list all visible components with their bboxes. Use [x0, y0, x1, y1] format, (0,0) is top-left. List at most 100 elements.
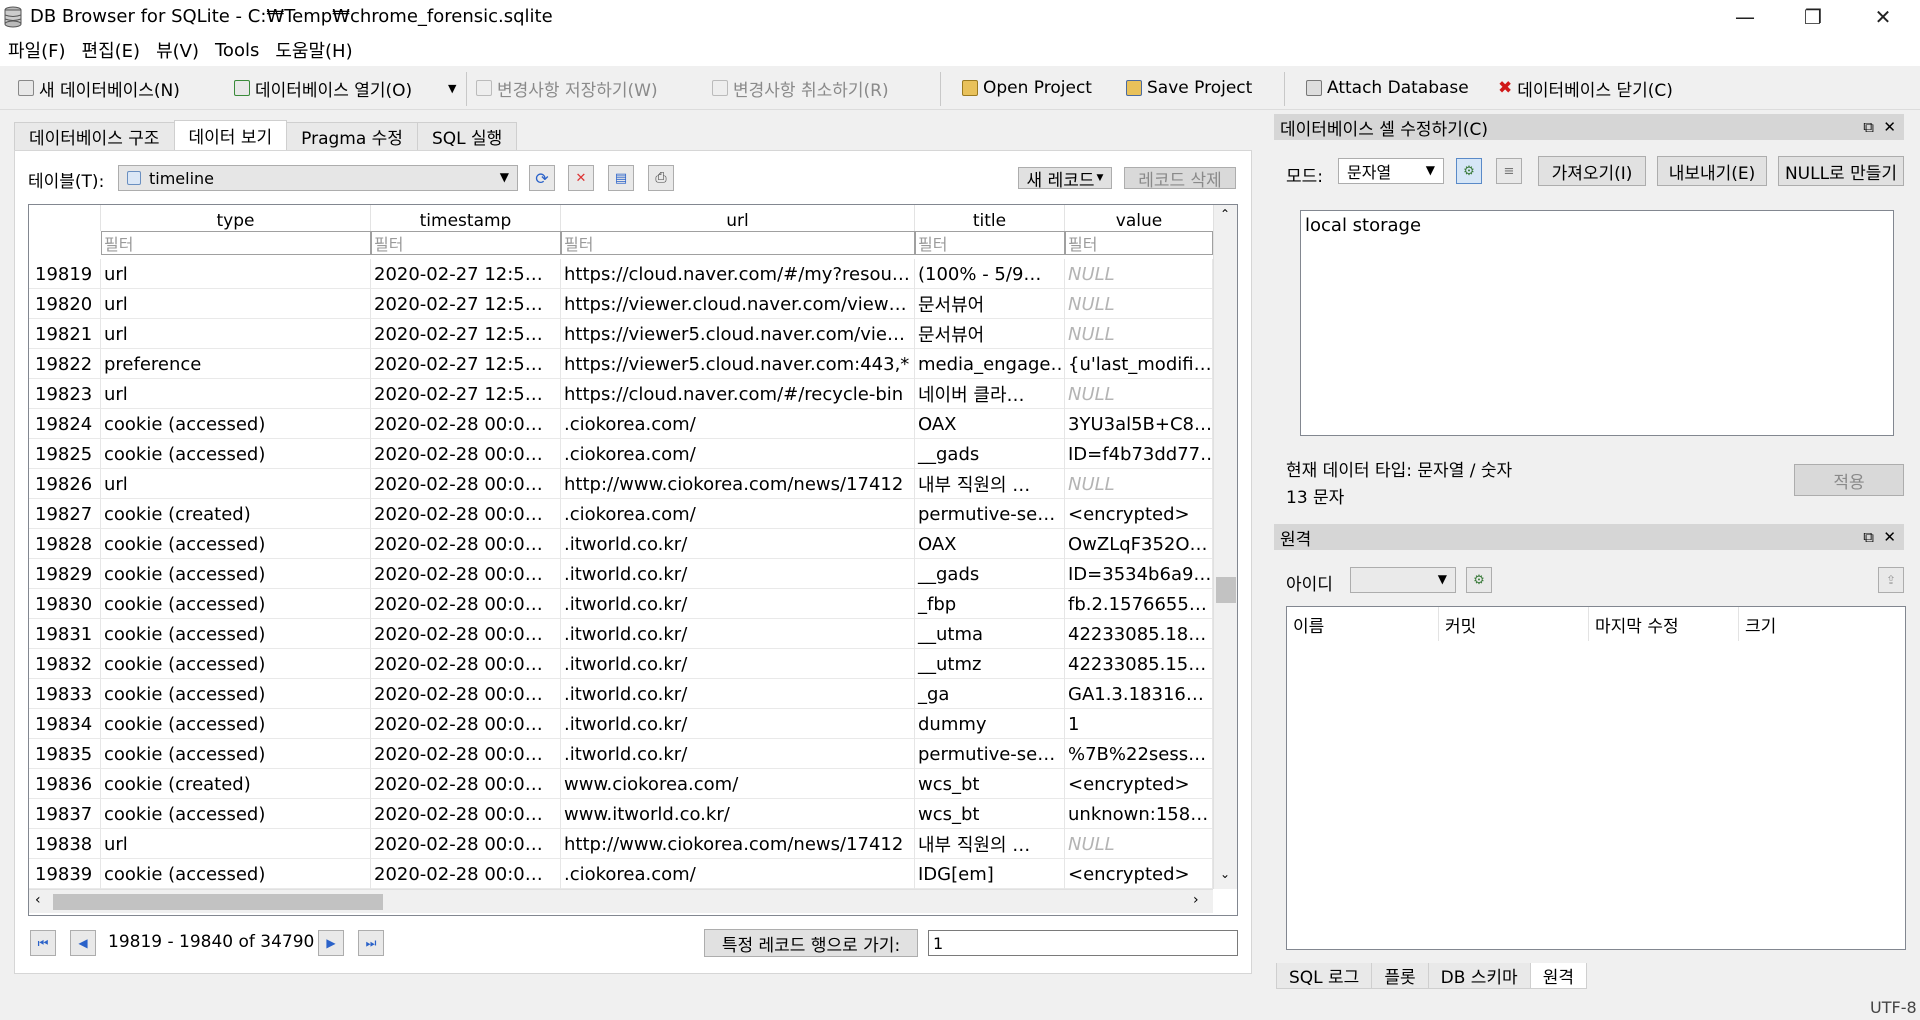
row-number[interactable]: 19820 — [29, 289, 101, 319]
vertical-scroll-thumb[interactable] — [1216, 577, 1236, 603]
cell-timestamp[interactable]: 2020-02-28 00:0… — [371, 589, 561, 619]
cell-editor[interactable]: local storage — [1300, 210, 1894, 436]
attach-database-button[interactable]: Attach Database — [1306, 74, 1469, 102]
mode-select[interactable]: 문자열 ▼ — [1338, 158, 1444, 184]
cell-type[interactable]: cookie (accessed) — [101, 529, 371, 559]
horizontal-scroll-thumb[interactable] — [53, 894, 383, 910]
close-dock-icon[interactable]: ✕ — [1883, 528, 1896, 546]
cell-title[interactable]: 내부 직원의 … — [915, 469, 1065, 499]
column-header-url[interactable]: url — [561, 205, 915, 231]
cell-title[interactable]: dummy — [915, 709, 1065, 739]
table-row[interactable]: 19833 cookie (accessed) 2020-02-28 00:0… .i… — [29, 679, 1213, 709]
row-number[interactable]: 19833 — [29, 679, 101, 709]
cell-value[interactable]: %7B%22sess… — [1065, 739, 1213, 769]
export-button[interactable]: 내보내기(E) — [1657, 156, 1767, 186]
remote-column-commit[interactable]: 커밋 — [1439, 607, 1589, 641]
auto-switch-mode-button[interactable]: ⚙ — [1456, 158, 1482, 184]
cell-timestamp[interactable]: 2020-02-28 00:0… — [371, 649, 561, 679]
cell-value[interactable]: 42233085.18… — [1065, 619, 1213, 649]
row-number[interactable]: 19830 — [29, 589, 101, 619]
cell-url[interactable]: http://www.ciokorea.com/news/17412 — [561, 469, 915, 499]
cell-value[interactable]: NULL — [1065, 259, 1213, 289]
table-row[interactable]: 19827 cookie (created) 2020-02-28 00:0… .ci… — [29, 499, 1213, 529]
cell-type[interactable]: cookie (accessed) — [101, 409, 371, 439]
cell-title[interactable]: media_engage… — [915, 349, 1065, 379]
cell-type[interactable]: cookie (accessed) — [101, 649, 371, 679]
cell-url[interactable]: .ciokorea.com/ — [561, 499, 915, 529]
cell-url[interactable]: .ciokorea.com/ — [561, 859, 915, 889]
cell-url[interactable]: .itworld.co.kr/ — [561, 739, 915, 769]
filter-input-timestamp[interactable]: 필터 — [371, 231, 561, 255]
table-row[interactable]: 19822 preference 2020-02-27 12:5… https://v… — [29, 349, 1213, 379]
cell-value[interactable]: NULL — [1065, 289, 1213, 319]
row-number[interactable]: 19819 — [29, 259, 101, 289]
goto-record-button[interactable]: 특정 레코드 행으로 가기: — [704, 929, 918, 957]
tab-remote[interactable]: 원격 — [1529, 963, 1587, 989]
cell-type[interactable]: preference — [101, 349, 371, 379]
cell-url[interactable]: .itworld.co.kr/ — [561, 649, 915, 679]
cell-url[interactable]: www.ciokorea.com/ — [561, 769, 915, 799]
next-page-button[interactable]: ▶ — [318, 930, 344, 956]
cell-type[interactable]: cookie (accessed) — [101, 709, 371, 739]
cell-value[interactable]: NULL — [1065, 319, 1213, 349]
cell-title[interactable]: _ga — [915, 679, 1065, 709]
cell-url[interactable]: .itworld.co.kr/ — [561, 559, 915, 589]
table-row[interactable]: 19820 url 2020-02-27 12:5… https://viewer.c… — [29, 289, 1213, 319]
row-number[interactable]: 19823 — [29, 379, 101, 409]
cell-value[interactable]: <encrypted> — [1065, 769, 1213, 799]
cell-timestamp[interactable]: 2020-02-28 00:0… — [371, 499, 561, 529]
cell-url[interactable]: https://viewer5.cloud.naver.com:443,* — [561, 349, 915, 379]
cell-title[interactable]: permutive-se… — [915, 739, 1065, 769]
open-database-button[interactable]: 데이터베이스 열기(O) — [234, 74, 412, 102]
table-select[interactable]: timeline ▼ — [118, 165, 518, 191]
cell-timestamp[interactable]: 2020-02-27 12:5… — [371, 259, 561, 289]
close-window-button[interactable]: ✕ — [1848, 0, 1918, 34]
tab-execute-sql[interactable]: SQL 실행 — [416, 122, 518, 150]
table-row[interactable]: 19838 url 2020-02-28 00:0… http://www.cioko… — [29, 829, 1213, 859]
tab-sql-log[interactable]: SQL 로그 — [1276, 963, 1373, 989]
column-header-value[interactable]: value — [1065, 205, 1213, 231]
tab-plot[interactable]: 플롯 — [1371, 963, 1429, 989]
table-row[interactable]: 19825 cookie (accessed) 2020-02-28 00:0… .c… — [29, 439, 1213, 469]
cell-url[interactable]: .itworld.co.kr/ — [561, 589, 915, 619]
row-number[interactable]: 19826 — [29, 469, 101, 499]
cell-timestamp[interactable]: 2020-02-28 00:0… — [371, 679, 561, 709]
filter-input-type[interactable]: 필터 — [101, 231, 371, 255]
cell-timestamp[interactable]: 2020-02-27 12:5… — [371, 379, 561, 409]
tab-db-schema[interactable]: DB 스키마 — [1427, 963, 1531, 989]
cell-type[interactable]: cookie (accessed) — [101, 439, 371, 469]
cell-value[interactable]: unknown:158… — [1065, 799, 1213, 829]
filter-input-url[interactable]: 필터 — [561, 231, 915, 255]
import-button[interactable]: 가져오기(I) — [1538, 156, 1646, 186]
save-project-button[interactable]: Save Project — [1126, 74, 1252, 102]
cell-title[interactable]: _fbp — [915, 589, 1065, 619]
cell-url[interactable]: https://viewer5.cloud.naver.com/vie… — [561, 319, 915, 349]
word-wrap-button[interactable]: ≡ — [1496, 158, 1522, 184]
row-number[interactable]: 19838 — [29, 829, 101, 859]
menu-file[interactable]: 파일(F) — [0, 37, 74, 63]
first-page-button[interactable]: ⏮ — [30, 930, 56, 956]
cell-value[interactable]: ID=3534b6a9… — [1065, 559, 1213, 589]
cell-value[interactable]: 42233085.15… — [1065, 649, 1213, 679]
cell-url[interactable]: .ciokorea.com/ — [561, 439, 915, 469]
horizontal-scrollbar[interactable]: ‹ › — [29, 889, 1213, 913]
set-null-button[interactable]: NULL로 만들기 — [1778, 156, 1904, 186]
cell-url[interactable]: .itworld.co.kr/ — [561, 709, 915, 739]
cell-type[interactable]: cookie (accessed) — [101, 739, 371, 769]
cell-title[interactable]: __utma — [915, 619, 1065, 649]
row-number[interactable]: 19824 — [29, 409, 101, 439]
table-row[interactable]: 19824 cookie (accessed) 2020-02-28 00:0… .c… — [29, 409, 1213, 439]
cell-type[interactable]: url — [101, 319, 371, 349]
cell-value[interactable]: {u'last_modifi… — [1065, 349, 1213, 379]
delete-record-button[interactable]: 레코드 삭제 — [1124, 167, 1236, 191]
row-number[interactable]: 19828 — [29, 529, 101, 559]
cell-value[interactable]: ID=f4b73dd77… — [1065, 439, 1213, 469]
table-row[interactable]: 19819 url 2020-02-27 12:5… https://cloud.na… — [29, 259, 1213, 289]
apply-button[interactable]: 적용 — [1794, 464, 1904, 496]
cell-timestamp[interactable]: 2020-02-28 00:0… — [371, 559, 561, 589]
cell-title[interactable]: wcs_bt — [915, 799, 1065, 829]
row-number[interactable]: 19839 — [29, 859, 101, 889]
cell-title[interactable]: __gads — [915, 439, 1065, 469]
tab-browse-data[interactable]: 데이터 보기 — [173, 120, 288, 150]
cell-title[interactable]: IDG[em] — [915, 859, 1065, 889]
